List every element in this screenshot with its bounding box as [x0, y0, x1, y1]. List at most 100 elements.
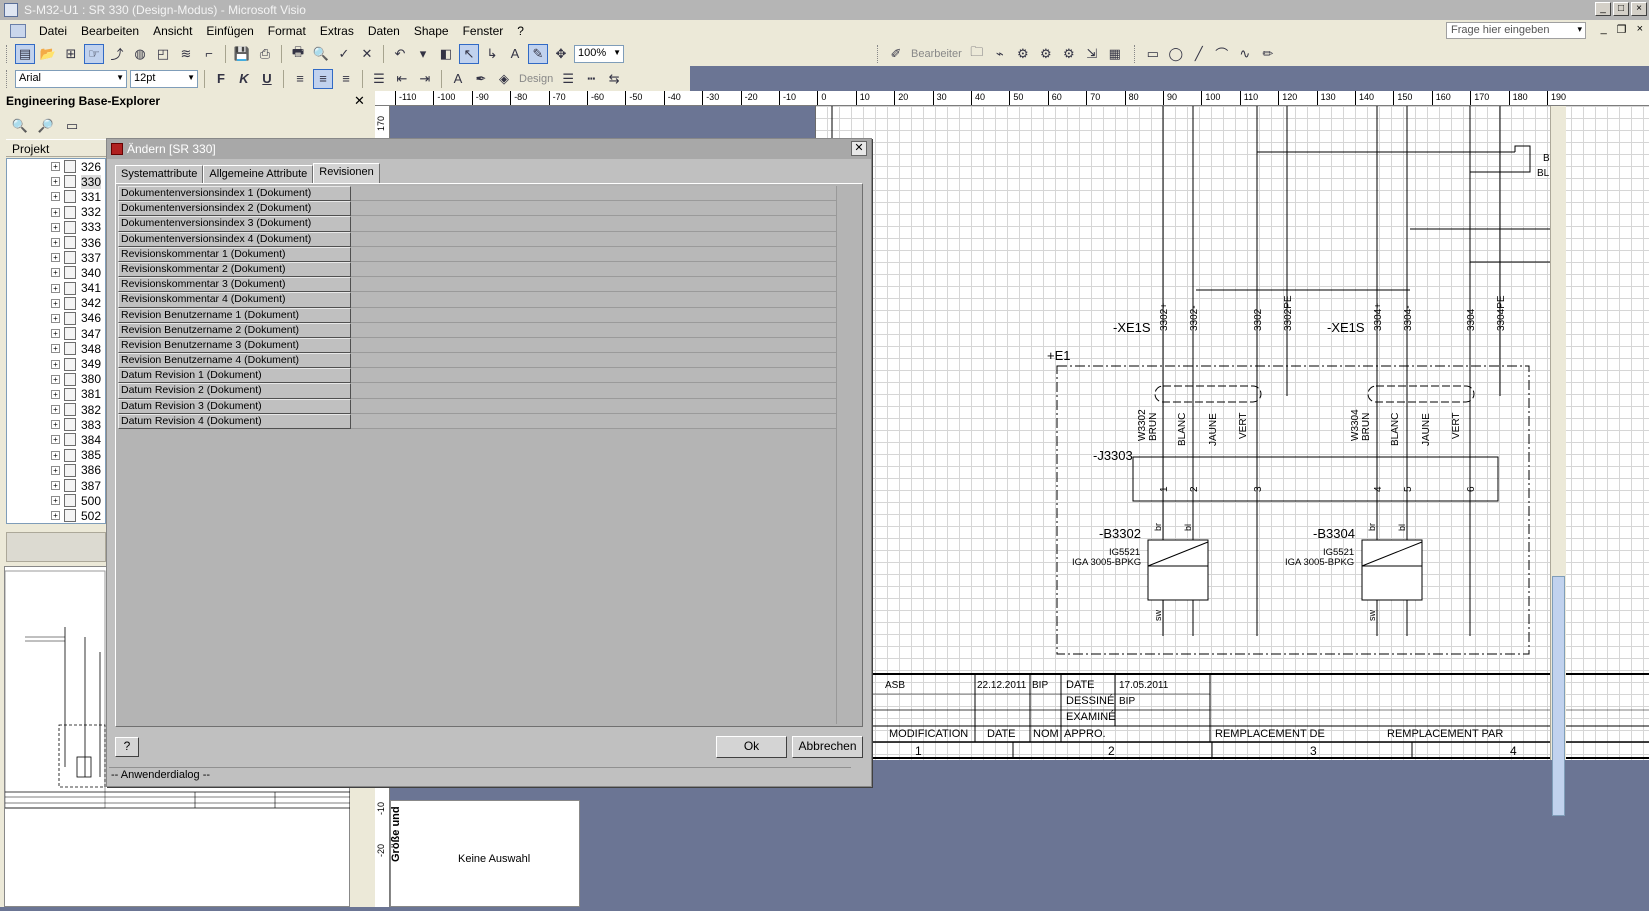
doc-restore-button[interactable]: ❐ [1617, 23, 1627, 36]
tree-item[interactable]: +385 [7, 448, 105, 463]
menu-einfuegen[interactable]: Einfügen [199, 24, 260, 38]
tree-item[interactable]: +349 [7, 356, 105, 371]
close-button[interactable]: × [1631, 2, 1647, 16]
rectangle-tool-icon[interactable]: ▭ [1143, 44, 1163, 64]
pointer-tool-icon[interactable]: ↖ [459, 43, 479, 64]
expand-icon[interactable]: + [51, 511, 60, 521]
tree-item[interactable]: +384 [7, 432, 105, 447]
line-draw-icon[interactable]: ╱ [1189, 44, 1209, 64]
menu-bearbeiten[interactable]: Bearbeiten [74, 24, 146, 38]
expand-icon[interactable]: + [51, 405, 60, 415]
toolbar-grip[interactable] [6, 69, 9, 88]
dropdown-arrow-icon[interactable]: ▼ [116, 73, 124, 82]
menu-datei[interactable]: Datei [32, 24, 74, 38]
attribute-value-field[interactable] [351, 413, 838, 429]
minimize-button[interactable]: _ [1595, 2, 1611, 16]
bearbeiter-menu[interactable]: Bearbeiter [909, 48, 964, 60]
maximize-button[interactable]: □ [1613, 2, 1629, 16]
dialog-title-bar[interactable]: Ändern [SR 330] ✕ [107, 139, 871, 159]
pan-icon[interactable]: ✥ [551, 44, 571, 64]
globe-icon[interactable]: ◍ [130, 44, 150, 64]
tree-item[interactable]: +382 [7, 402, 105, 417]
tree-item[interactable]: +381 [7, 387, 105, 402]
tree-item[interactable]: +387 [7, 478, 105, 493]
find-icon[interactable]: 🔍 [10, 116, 30, 136]
spell-check-icon[interactable]: ✓ [334, 44, 354, 64]
menu-format[interactable]: Format [261, 24, 313, 38]
shapes-icon[interactable]: ◧ [436, 44, 456, 64]
design-button[interactable]: Design [517, 73, 555, 85]
doc-close-button[interactable]: × [1637, 23, 1643, 36]
expand-icon[interactable]: + [51, 481, 60, 491]
print-setup-icon[interactable]: ⎙ [255, 44, 275, 64]
ok-button[interactable]: Ok [716, 736, 787, 758]
attribute-value-field[interactable] [351, 216, 838, 232]
tab-systemattribute[interactable]: Systemattribute [115, 165, 204, 183]
dropdown-arrow-icon[interactable]: ▾ [1577, 24, 1582, 35]
attribute-value-field[interactable] [351, 292, 838, 308]
folder-icon[interactable]: 🗀 [967, 44, 987, 64]
tree-item[interactable]: +502 [7, 508, 105, 523]
tree-icon[interactable]: ⊞ [61, 44, 81, 64]
attribute-value-field[interactable] [351, 231, 838, 247]
menu-daten[interactable]: Daten [361, 24, 407, 38]
tree-item[interactable]: +500 [7, 493, 105, 508]
expand-icon[interactable]: + [51, 359, 60, 369]
tree-item[interactable]: +346 [7, 311, 105, 326]
expand-icon[interactable]: + [51, 238, 60, 248]
tab-revisionen[interactable]: Revisionen [313, 163, 380, 183]
menu-ansicht[interactable]: Ansicht [146, 24, 199, 38]
expand-icon[interactable]: + [51, 496, 60, 506]
connector-tool-icon[interactable]: ↳ [482, 44, 502, 64]
tree-item[interactable]: +340 [7, 265, 105, 280]
arc-tool-icon[interactable]: ⌒ [1212, 44, 1232, 64]
attribute-value-field[interactable] [351, 322, 838, 338]
attribute-value-field[interactable] [351, 383, 838, 399]
open-icon[interactable]: 📂 [38, 44, 58, 64]
undo-dropdown-icon[interactable]: ▾ [413, 44, 433, 64]
increase-indent-icon[interactable]: ⇥ [415, 69, 435, 89]
font-combo[interactable]: Arial ▼ [15, 69, 127, 88]
toolbar-grip[interactable] [6, 44, 9, 63]
explorer-divider[interactable] [6, 532, 106, 562]
brush-icon[interactable]: ⌁ [990, 44, 1010, 64]
expand-icon[interactable]: + [51, 162, 60, 172]
expand-icon[interactable]: + [51, 435, 60, 445]
tree-item[interactable]: +326 [7, 159, 105, 174]
table-icon[interactable]: ▦ [1105, 44, 1125, 64]
menu-help[interactable]: ? [510, 24, 531, 38]
pencil-tool-icon[interactable]: ✏ [1258, 44, 1278, 64]
preview-icon[interactable]: ◰ [153, 44, 173, 64]
scrollbar-thumb[interactable] [1552, 576, 1565, 816]
expand-icon[interactable]: + [51, 268, 60, 278]
grid-scrollbar[interactable] [836, 186, 860, 724]
fill-color-icon[interactable]: ◈ [494, 69, 514, 89]
menu-shape[interactable]: Shape [407, 24, 456, 38]
zoom-combo[interactable]: 100% ▼ [574, 44, 624, 63]
line-weight-icon[interactable]: ☰ [558, 69, 578, 89]
tree-item[interactable]: +331 [7, 189, 105, 204]
tree-item[interactable]: +342 [7, 296, 105, 311]
expand-icon[interactable]: + [51, 465, 60, 475]
attribute-row[interactable]: Dokumentenversionsindex 1 (Dokument) [118, 186, 838, 202]
align-right-icon[interactable]: ≡ [336, 69, 356, 89]
attribute-row[interactable]: Revisionskommentar 2 (Dokument) [118, 261, 838, 278]
attribute-row[interactable]: Revisionskommentar 3 (Dokument) [118, 277, 838, 293]
layers-icon[interactable]: ≋ [176, 44, 196, 64]
view-icon[interactable]: ▭ [62, 116, 82, 136]
cancel-button[interactable]: Abbrechen [792, 736, 863, 758]
drawing-page[interactable]: BR BL -XE1S -XE1S 3302+ 3302- 3302 3302P… [814, 106, 1649, 760]
tree-item[interactable]: +330 [7, 174, 105, 189]
attribute-row[interactable]: Dokumentenversionsindex 3 (Dokument) [118, 216, 838, 232]
expand-icon[interactable]: + [51, 313, 60, 323]
line-tool-icon[interactable]: ⌐ [199, 44, 219, 64]
attribute-row[interactable]: Datum Revision 1 (Dokument) [118, 368, 838, 384]
gear-icon[interactable]: ⚙ [1013, 44, 1033, 64]
font-color-icon[interactable]: A [448, 69, 468, 89]
line-color-icon[interactable]: ✒ [471, 69, 491, 89]
undo-icon[interactable]: ↶ [390, 44, 410, 64]
attribute-value-field[interactable] [351, 337, 838, 354]
expand-icon[interactable]: + [51, 283, 60, 293]
tree-item[interactable]: +336 [7, 235, 105, 250]
explorer-close-icon[interactable]: ✕ [354, 93, 365, 109]
